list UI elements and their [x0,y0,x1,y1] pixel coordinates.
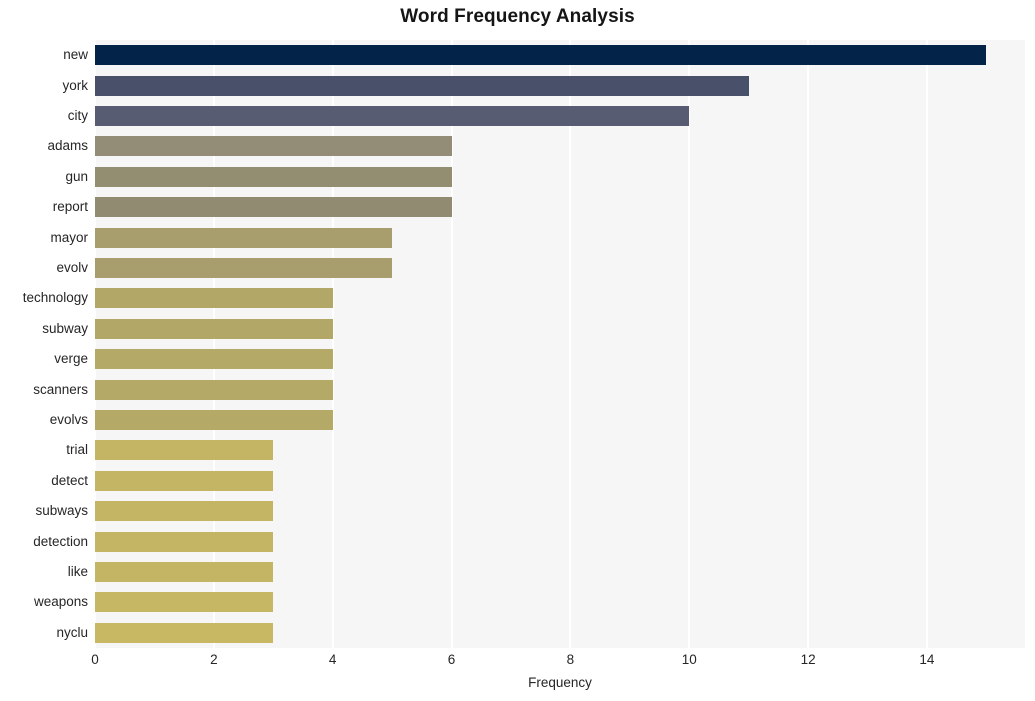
y-tick-label-subway: subway [42,320,88,336]
bar-subway [95,318,333,339]
bar-trial [95,440,274,461]
y-tick-label-new: new [63,47,88,63]
bar-row [95,409,1025,431]
x-tick-label-8: 8 [566,652,575,667]
x-tick-label-14: 14 [919,652,935,667]
bar-york [95,75,749,96]
bar-subways [95,501,274,522]
bar-city [95,105,690,127]
bar-mayor [95,227,393,248]
bar-row [95,105,1025,127]
x-axis-tick-labels: 0 2 4 6 8 10 12 14 [0,652,1035,672]
bars-layer [95,40,1025,648]
bar-row [95,197,1025,218]
bar-like [95,561,274,583]
x-tick-label-10: 10 [681,652,697,667]
chart-figure: Word Frequency Analysis new york city adams… [0,0,1035,701]
y-tick-label-trial: trial [66,442,88,458]
bar-row [95,45,1025,66]
bar-row [95,349,1025,370]
bar-row [95,288,1025,309]
y-tick-label-detect: detect [51,472,88,488]
y-tick-label-report: report [52,199,88,215]
bar-row [95,318,1025,339]
y-tick-label-city: city [67,108,88,123]
y-tick-label-detection: detection [33,533,88,549]
bar-evolvs [95,409,333,431]
bar-scanners [95,379,333,400]
bar-weapons [95,592,274,613]
bar-row [95,561,1025,583]
bar-row [95,257,1025,279]
x-tick-label-4: 4 [328,652,337,667]
bar-row [95,166,1025,187]
y-tick-label-scanners: scanners [33,381,88,397]
x-axis-title: Frequency [528,675,592,690]
x-tick-label-2: 2 [210,652,218,667]
y-tick-label-mayor: mayor [50,229,88,245]
chart-title: Word Frequency Analysis [400,6,635,27]
y-tick-label-verge: verge [54,351,88,367]
y-tick-label-nyclu: nyclu [56,624,88,640]
bar-technology [95,288,333,309]
x-tick-label-0: 0 [91,652,99,667]
y-axis-tick-labels: new york city adams gun report mayor evolv techn… [0,40,88,648]
bar-row [95,136,1025,157]
bar-row [95,501,1025,522]
y-tick-label-like: like [67,564,88,579]
y-tick-label-adams: adams [47,138,88,154]
bar-new [95,45,987,66]
bar-row [95,440,1025,461]
bar-row [95,227,1025,248]
x-tick-label-12: 12 [800,652,816,667]
bar-adams [95,136,452,157]
y-tick-label-gun: gun [65,168,88,184]
bar-row [95,531,1025,552]
bar-detect [95,470,274,491]
y-tick-label-evolv: evolv [56,260,88,275]
y-tick-label-weapons: weapons [33,594,88,610]
bar-row [95,379,1025,400]
plot-area [94,40,1025,648]
y-tick-label-subways: subways [35,503,88,519]
y-tick-label-york: york [62,77,88,93]
bar-row [95,75,1025,96]
bar-detection [95,531,274,552]
bar-nyclu [95,622,274,643]
bar-gun [95,166,452,187]
x-tick-label-6: 6 [447,652,456,667]
y-tick-label-technology: technology [22,290,88,306]
bar-verge [95,349,333,370]
bar-evolv [95,257,393,279]
bar-report [95,197,452,218]
bar-row [95,592,1025,613]
y-tick-label-evolvs: evolvs [49,412,88,427]
bar-row [95,470,1025,491]
bar-row [95,622,1025,643]
